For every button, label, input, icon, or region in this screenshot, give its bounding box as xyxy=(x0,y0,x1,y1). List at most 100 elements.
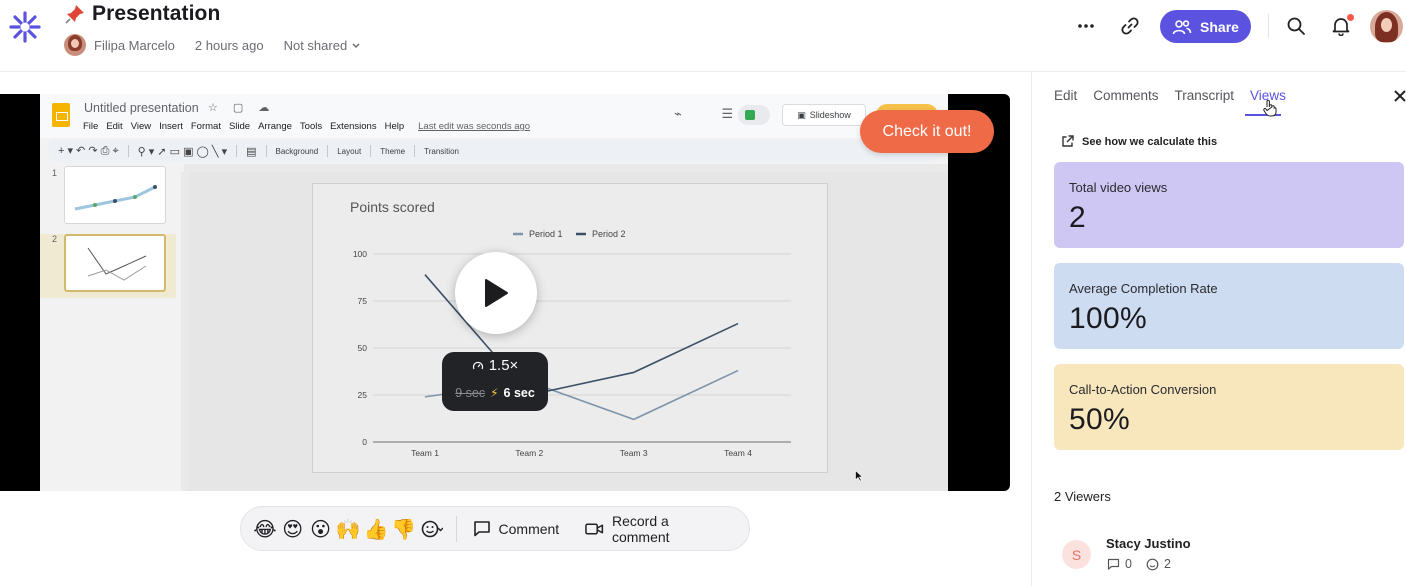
page-title[interactable]: Presentation xyxy=(92,2,220,26)
toolbar-theme: Theme xyxy=(380,146,406,156)
slideshow-icon: ▣ xyxy=(797,109,806,120)
slide-thumbnail xyxy=(64,166,166,224)
slides-menu: File Edit View Insert Format Slide Arran… xyxy=(83,121,530,132)
add-reaction-button[interactable] xyxy=(418,514,446,544)
mouse-cursor-icon xyxy=(855,470,863,482)
more-icon xyxy=(1078,24,1094,28)
author-name: Filipa Marcelo xyxy=(94,37,175,53)
toolbar-transition: Transition xyxy=(424,146,459,156)
share-status-dropdown[interactable]: Not shared xyxy=(284,38,362,53)
link-icon xyxy=(1121,17,1139,35)
users-icon xyxy=(1172,19,1192,34)
emoji-laugh-button[interactable]: 😂 xyxy=(251,514,279,544)
notification-badge xyxy=(1347,14,1354,21)
share-button-label: Share xyxy=(1200,18,1239,35)
cta-conversion-label: Call-to-Action Conversion xyxy=(1069,382,1217,397)
meta-row: Filipa Marcelo 2 hours ago Not shared xyxy=(64,34,361,56)
header-divider xyxy=(1268,14,1269,38)
last-edit-text: Last edit was seconds ago xyxy=(418,121,531,132)
ruler-left xyxy=(181,172,190,491)
chart-title: Points scored xyxy=(350,199,435,215)
hand-cursor-icon xyxy=(1263,99,1277,117)
menu-slide: Slide xyxy=(228,121,251,132)
completion-rate-label: Average Completion Rate xyxy=(1069,281,1218,296)
slides-logo-icon xyxy=(52,103,70,127)
video-player[interactable]: Untitled presentation ☆ ▢ ☁ File Edit Vi… xyxy=(0,94,1010,491)
y-tick-label: 50 xyxy=(358,343,368,353)
share-button[interactable]: Share xyxy=(1160,10,1251,43)
more-button[interactable] xyxy=(1068,8,1104,44)
emoji-thumbs-down-button[interactable]: 👎 xyxy=(390,514,418,544)
y-tick-label: 100 xyxy=(353,249,367,259)
slide: Points scored Period 1 Period 2 0 25 50 75 1… xyxy=(312,183,828,473)
viewer-comments: 0 xyxy=(1107,557,1132,571)
record-comment-button[interactable]: Record a comment xyxy=(585,513,723,545)
record-comment-label: Record a comment xyxy=(611,512,670,545)
toolbar-layout: Layout xyxy=(337,146,362,156)
calculation-info-link[interactable]: See how we calculate this xyxy=(1061,135,1217,148)
cta-conversion-value: 50% xyxy=(1069,403,1130,436)
menu-insert: Insert xyxy=(159,121,183,132)
chart-legend: Period 1 Period 2 xyxy=(513,229,626,239)
user-avatar[interactable] xyxy=(1370,10,1403,43)
toolbar-icons-left: + ▾ ↶ ↷ ⎙ ⌖ xyxy=(58,145,119,157)
last-updated: 2 hours ago xyxy=(194,37,264,53)
legend-period-1: Period 1 xyxy=(529,229,563,239)
comment-button[interactable]: Comment xyxy=(473,520,559,537)
menu-extensions: Extensions xyxy=(330,121,377,132)
chevron-down-icon xyxy=(352,43,360,48)
cta-button[interactable]: Check it out! xyxy=(860,110,994,153)
menu-arrange: Arrange xyxy=(258,121,292,132)
close-panel-button[interactable] xyxy=(1394,86,1406,107)
thumb-number: 2 xyxy=(52,234,58,244)
comment-icon xyxy=(1107,558,1120,570)
viewer-reactions: 2 xyxy=(1146,557,1171,571)
close-icon xyxy=(1394,90,1406,102)
play-icon xyxy=(485,279,508,307)
top-header: Presentation Filipa Marcelo 2 hours ago … xyxy=(0,0,1406,72)
menu-view: View xyxy=(130,121,152,132)
copy-link-button[interactable] xyxy=(1112,8,1148,44)
add-emoji-icon xyxy=(421,520,443,537)
bolt-icon: ⚡ xyxy=(490,386,499,400)
slideshow-button: ▣ Slideshow xyxy=(782,104,866,126)
speedometer-icon xyxy=(472,361,483,369)
speed-multiplier: 1.5× xyxy=(488,357,519,374)
video-camera-icon xyxy=(585,523,604,534)
notifications-button[interactable] xyxy=(1323,8,1359,44)
line-chart: Points scored Period 1 Period 2 0 25 50 75 1… xyxy=(350,199,791,458)
toolbar-icons-mid: ⚲ ▾ ➚ ▭ ▣ ◯ ╲ ▾ xyxy=(137,145,228,158)
meet-icon xyxy=(738,105,770,125)
emoji-surprised-button[interactable]: 😮 xyxy=(307,514,335,544)
pin-icon xyxy=(65,5,84,24)
total-views-value: 2 xyxy=(1069,201,1086,234)
play-button[interactable] xyxy=(455,252,537,334)
y-tick-label: 75 xyxy=(358,296,368,306)
tab-comments[interactable]: Comments xyxy=(1093,88,1158,103)
comment-icon xyxy=(473,521,490,537)
emoji-raised-hands-button[interactable]: 🙌 xyxy=(334,514,362,544)
playback-speed-badge[interactable]: 1.5× 9 sec ⚡ 6 sec xyxy=(442,352,548,411)
toolbar-comment-icon: ▤ xyxy=(246,145,257,158)
app-logo-icon[interactable] xyxy=(8,10,42,44)
search-button[interactable] xyxy=(1278,8,1314,44)
doc-title-icons: ☆ ▢ ☁ xyxy=(208,102,276,114)
fast-duration: 6 sec xyxy=(503,386,535,400)
x-tick-label: Team 2 xyxy=(515,448,543,458)
emoji-heart-eyes-button[interactable]: 😍 xyxy=(279,514,307,544)
tab-transcript[interactable]: Transcript xyxy=(1175,88,1235,103)
menu-edit: Edit xyxy=(106,121,123,132)
reaction-bar: 😂 😍 😮 🙌 👍 👎 Comment Record a comment xyxy=(240,506,750,551)
tab-edit[interactable]: Edit xyxy=(1054,88,1077,103)
viewer-reactions-count: 2 xyxy=(1163,557,1171,571)
title-row: Presentation xyxy=(64,0,220,28)
y-tick-label: 25 xyxy=(358,390,368,400)
panel-divider xyxy=(1031,72,1032,586)
slide-thumbnail-selected xyxy=(64,234,166,292)
viewer-name: Stacy Justino xyxy=(1106,536,1191,551)
toolbar-background: Background xyxy=(275,146,319,156)
emoji-thumbs-up-button[interactable]: 👍 xyxy=(362,514,390,544)
reaction-divider xyxy=(455,515,457,542)
menu-tools: Tools xyxy=(299,121,323,132)
legend-period-2: Period 2 xyxy=(592,229,626,239)
